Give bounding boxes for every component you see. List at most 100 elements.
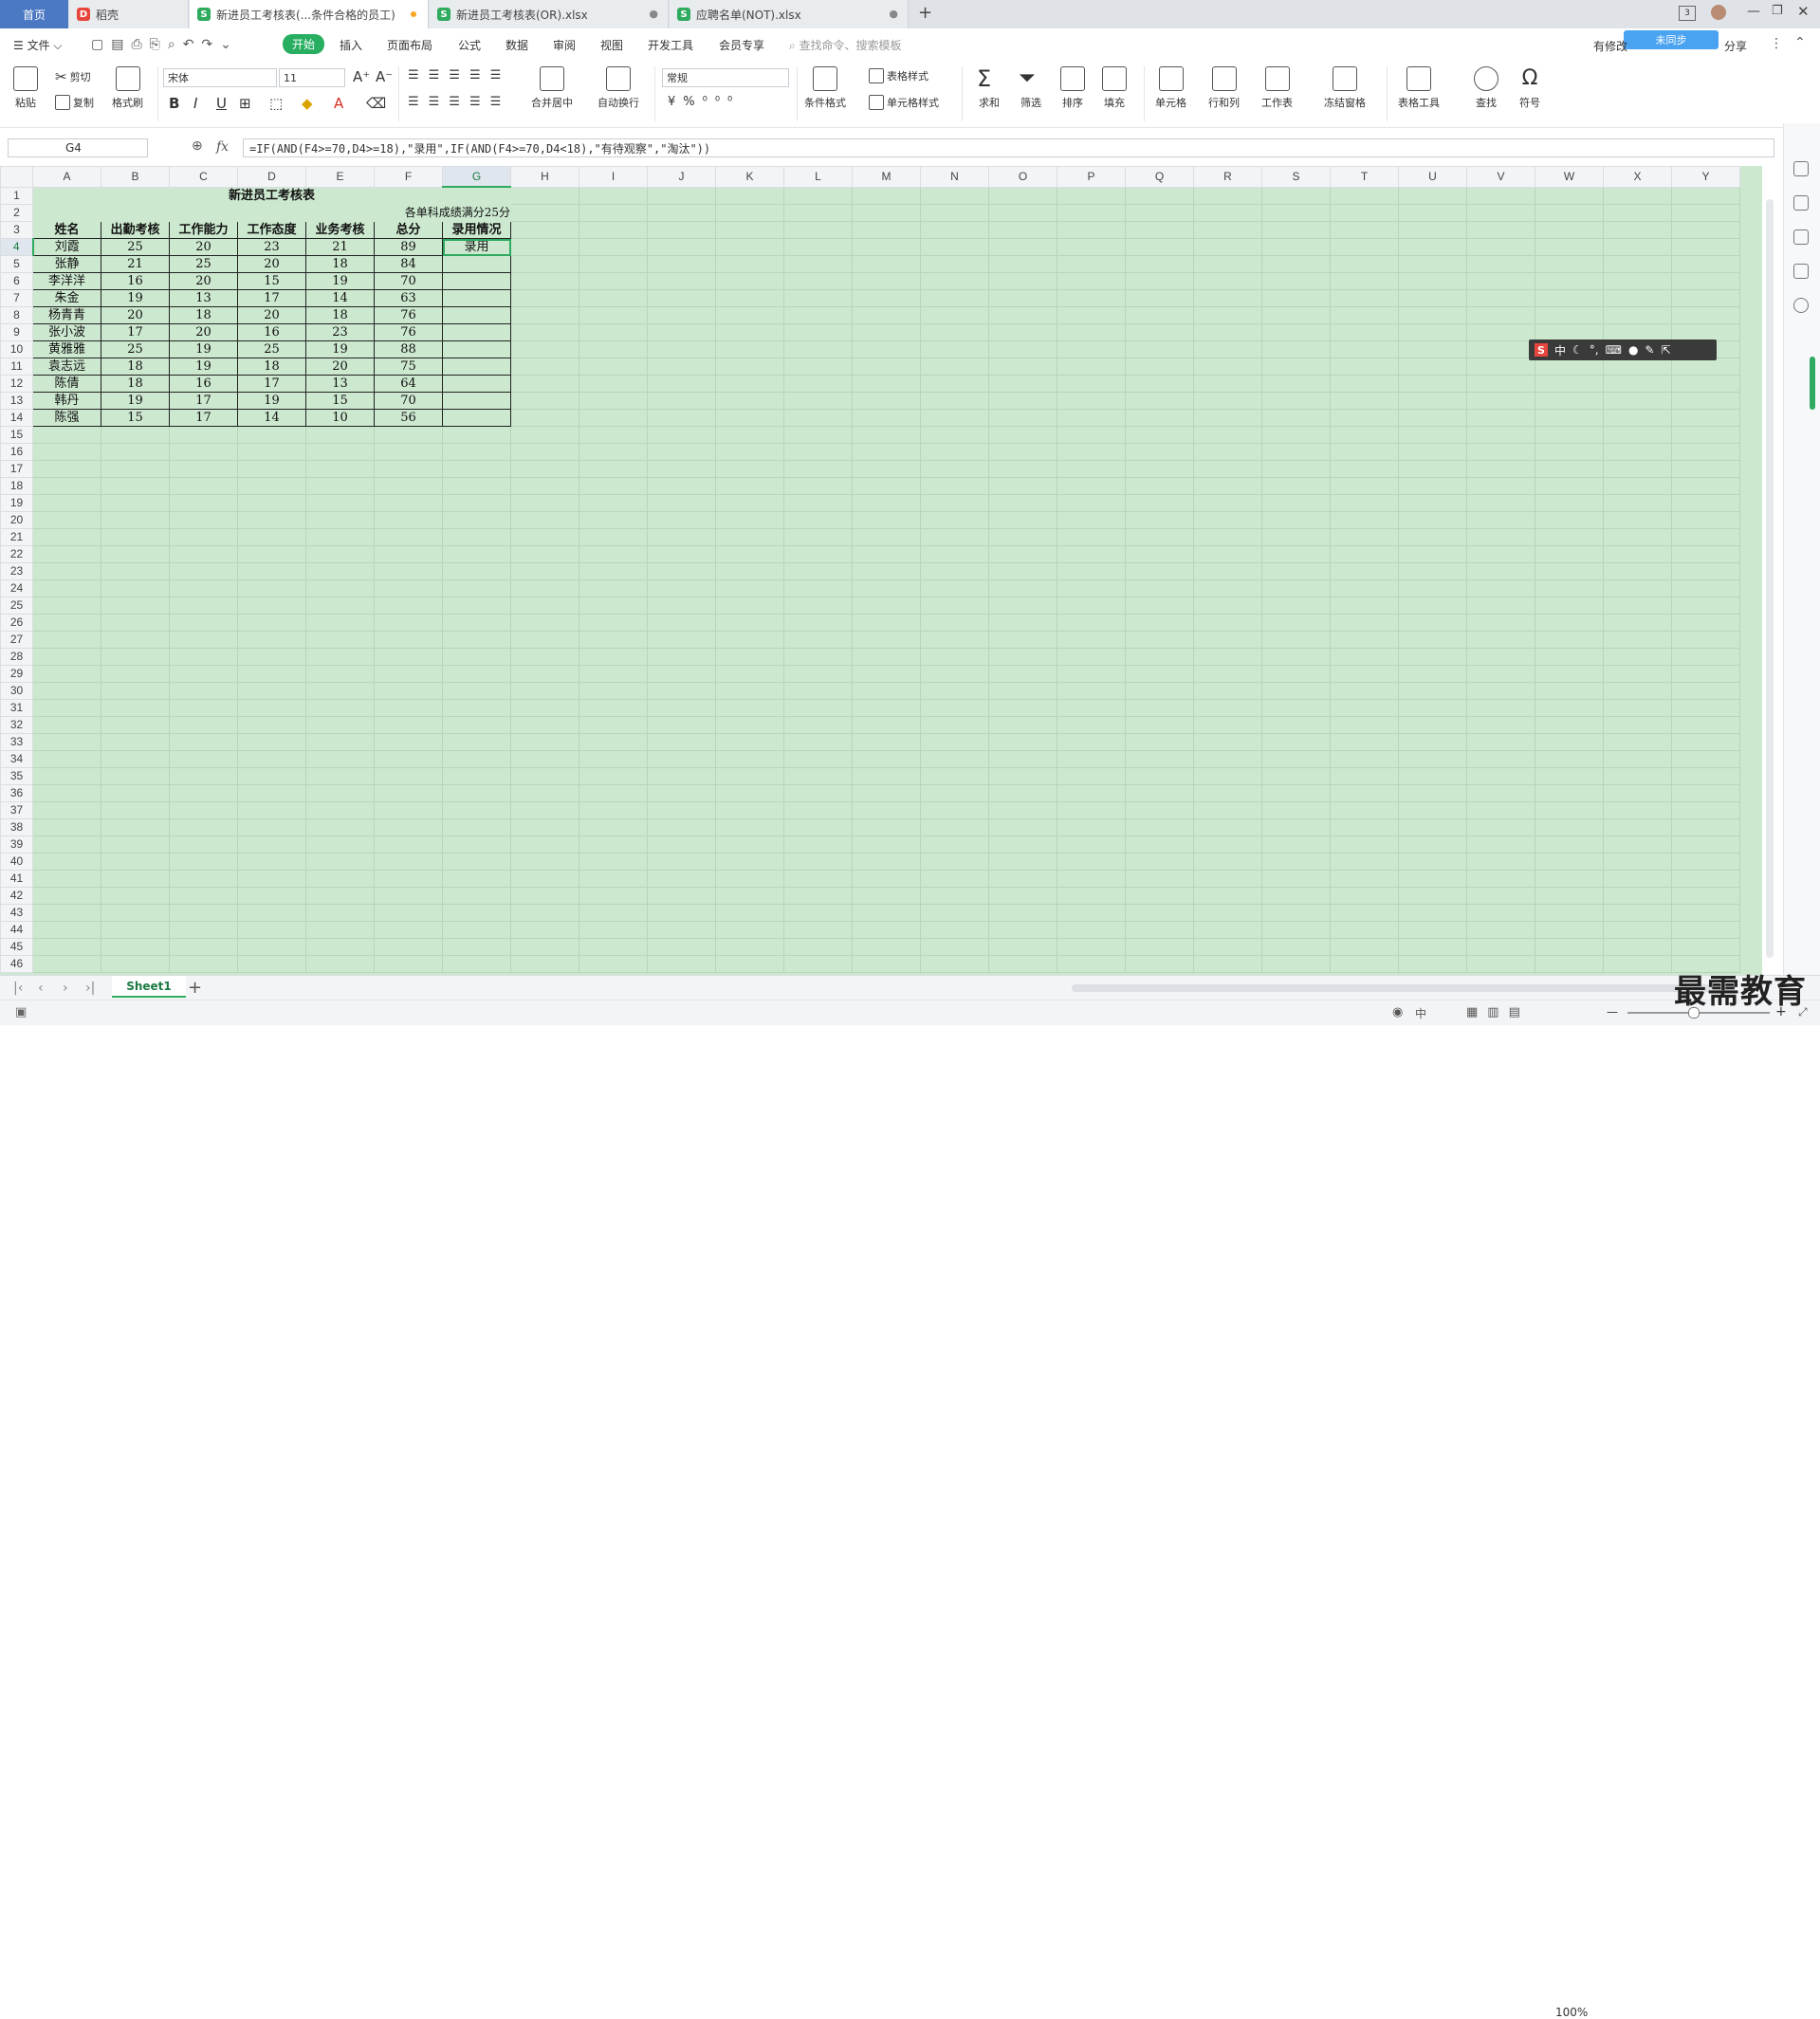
cell[interactable] [920, 818, 989, 836]
cell[interactable] [1261, 494, 1331, 512]
cell[interactable] [1466, 340, 1535, 358]
cell[interactable] [1535, 733, 1604, 751]
cell[interactable] [647, 562, 716, 580]
row-header[interactable]: 40 [0, 853, 33, 871]
cell[interactable] [1603, 597, 1672, 615]
column-header-c[interactable]: C [169, 166, 238, 188]
cell[interactable] [715, 784, 784, 802]
cell[interactable] [1261, 631, 1331, 649]
cell[interactable] [783, 186, 853, 205]
cell[interactable] [783, 204, 853, 222]
cell[interactable] [237, 511, 306, 529]
cell[interactable] [715, 289, 784, 307]
cell[interactable] [715, 443, 784, 461]
cell[interactable] [1535, 699, 1604, 717]
cell[interactable] [237, 938, 306, 956]
cell[interactable] [1466, 460, 1535, 478]
cell[interactable] [1125, 494, 1194, 512]
cell[interactable] [1125, 545, 1194, 563]
row-header[interactable]: 45 [0, 938, 33, 956]
cell[interactable] [579, 835, 648, 853]
cut-button[interactable]: ✂ 剪切 [55, 68, 91, 85]
cell[interactable] [510, 579, 579, 597]
close-icon[interactable]: ● [649, 8, 658, 20]
cell[interactable] [374, 614, 443, 632]
cell[interactable] [1398, 938, 1467, 956]
hire-status[interactable] [442, 340, 511, 358]
cell[interactable] [32, 494, 101, 512]
cell[interactable] [988, 511, 1057, 529]
cell[interactable] [1603, 921, 1672, 939]
cell[interactable] [169, 648, 238, 666]
cell[interactable] [1125, 409, 1194, 427]
cell[interactable] [715, 938, 784, 956]
cloud-sync-badge[interactable]: 未同步 [1624, 30, 1719, 49]
row-header[interactable]: 34 [0, 750, 33, 768]
cell[interactable] [783, 904, 853, 922]
cell[interactable] [647, 358, 716, 376]
cell[interactable] [647, 767, 716, 785]
vertical-scrollbar[interactable] [1766, 199, 1774, 958]
score-cell[interactable]: 20 [237, 306, 306, 324]
row-header[interactable]: 10 [0, 340, 33, 358]
cell[interactable] [32, 801, 101, 819]
cell[interactable] [374, 699, 443, 717]
expand-icon[interactable]: ⇱ [1661, 343, 1670, 357]
cell[interactable] [1193, 528, 1262, 546]
cell[interactable] [579, 904, 648, 922]
cell[interactable] [1466, 887, 1535, 905]
cell[interactable] [920, 801, 989, 819]
cell[interactable] [920, 921, 989, 939]
cell[interactable] [988, 426, 1057, 444]
cell[interactable] [1671, 870, 1740, 888]
cell[interactable] [237, 648, 306, 666]
cell[interactable] [442, 938, 511, 956]
cell[interactable] [1398, 255, 1467, 273]
cell[interactable] [1671, 409, 1740, 427]
cell[interactable] [32, 460, 101, 478]
cell[interactable] [579, 921, 648, 939]
cell[interactable] [647, 221, 716, 239]
cell[interactable] [237, 835, 306, 853]
cell[interactable] [579, 358, 648, 376]
score-cell[interactable]: 14 [237, 409, 306, 427]
row-header[interactable]: 39 [0, 835, 33, 853]
cell[interactable] [988, 835, 1057, 853]
cell[interactable] [1398, 579, 1467, 597]
cell[interactable] [305, 784, 375, 802]
cell[interactable] [1330, 477, 1399, 495]
cell[interactable] [1671, 938, 1740, 956]
hire-status[interactable] [442, 358, 511, 376]
cell[interactable] [237, 716, 306, 734]
cell[interactable] [920, 904, 989, 922]
cell[interactable] [579, 699, 648, 717]
score-cell[interactable]: 56 [374, 409, 443, 427]
cell[interactable] [1125, 358, 1194, 376]
cell[interactable] [783, 853, 853, 871]
cell[interactable] [1671, 323, 1740, 341]
cell[interactable] [1535, 545, 1604, 563]
cell[interactable] [647, 784, 716, 802]
cell[interactable] [988, 358, 1057, 376]
cell[interactable] [1603, 818, 1672, 836]
cell[interactable] [1193, 682, 1262, 700]
cell[interactable] [1330, 443, 1399, 461]
cell[interactable] [783, 426, 853, 444]
cell[interactable] [510, 597, 579, 615]
cell[interactable] [1193, 562, 1262, 580]
cell[interactable] [1330, 511, 1399, 529]
cell[interactable] [1261, 682, 1331, 700]
number-format-icons[interactable]: ¥%⁰⁰⁰ [668, 95, 740, 109]
cell[interactable] [1466, 186, 1535, 205]
cell[interactable] [1603, 665, 1672, 683]
cell[interactable] [374, 579, 443, 597]
cell[interactable] [1603, 272, 1672, 290]
cell[interactable] [510, 784, 579, 802]
cell[interactable] [1466, 255, 1535, 273]
cell[interactable] [1057, 528, 1126, 546]
cell[interactable] [1398, 904, 1467, 922]
cell[interactable] [1261, 853, 1331, 871]
cell[interactable] [442, 818, 511, 836]
row-header[interactable]: 31 [0, 699, 33, 717]
cell-button[interactable]: 单元格 [1155, 66, 1186, 110]
